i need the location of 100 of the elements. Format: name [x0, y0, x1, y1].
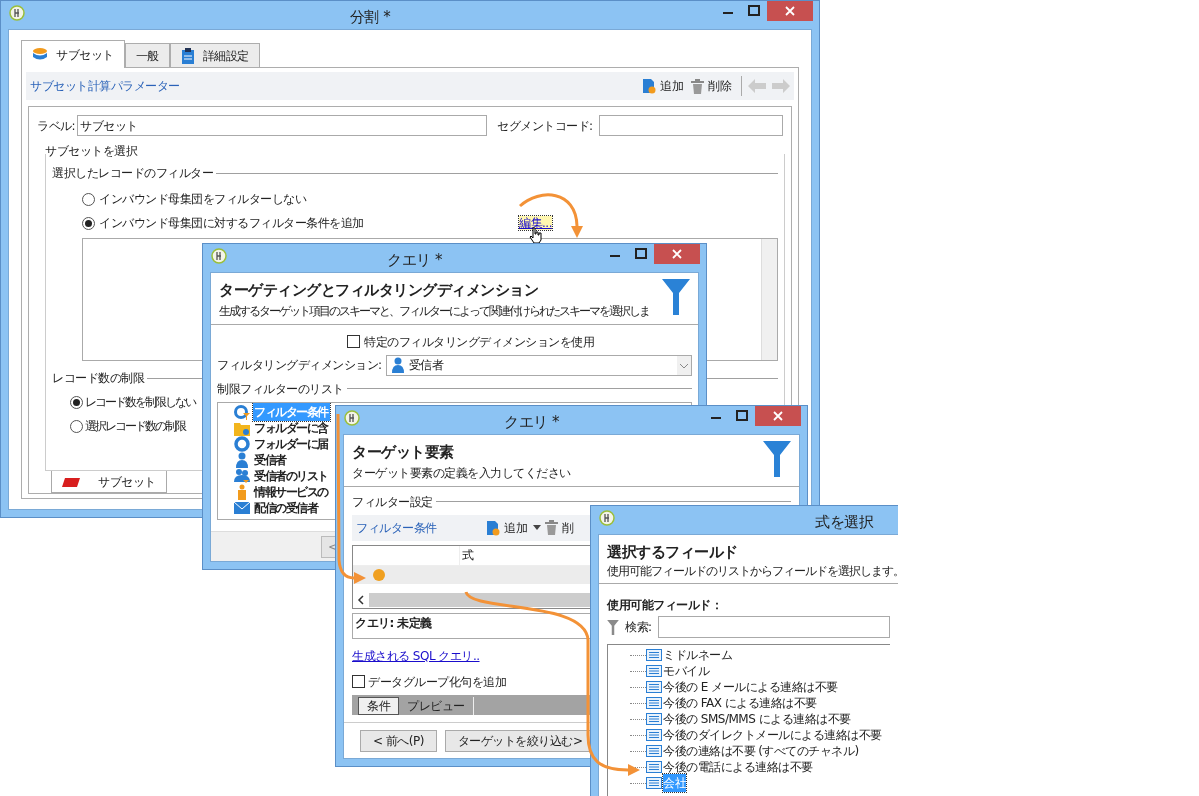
field-icon	[646, 665, 662, 677]
dimension-select[interactable]: 受信者	[385, 354, 692, 376]
tab[interactable]: 条件	[358, 696, 399, 715]
delete-button[interactable]: 削除	[687, 77, 735, 95]
arrow	[519, 193, 583, 238]
filter-list-item[interactable]: 受信者	[253, 450, 288, 469]
radio-label: 選択レコード数の制限	[85, 418, 187, 435]
search-label: 検索:	[625, 619, 652, 636]
window-title: クエリ *	[504, 412, 559, 433]
group-title: フィルター設定	[352, 493, 433, 511]
dialog-subheading: 使用可能フィールドのリストからフィールドを選択します。	[607, 563, 905, 579]
field-item[interactable]: モバイル	[663, 662, 709, 680]
app-icon	[211, 248, 227, 264]
radio-button[interactable]	[82, 192, 95, 206]
window-title: クエリ *	[387, 250, 442, 271]
group-title: 選択したレコードのフィルター	[52, 165, 213, 182]
trash-icon	[545, 520, 558, 535]
field-icon	[646, 777, 662, 789]
delete-button[interactable]: 削	[545, 518, 574, 537]
person-icon	[236, 483, 248, 500]
clipboard-icon	[180, 47, 195, 64]
people-icon	[234, 467, 250, 484]
add-button[interactable]: 追加	[486, 518, 527, 537]
funnel-icon	[662, 279, 690, 315]
dialog-subheading: 生成するターゲット項目のスキーマと、フィルターによって関連付けられたスキーマを選択しま	[219, 302, 650, 320]
field-icon	[646, 681, 662, 693]
status-dot-icon	[373, 568, 385, 581]
tab[interactable]: サブセット	[51, 471, 167, 493]
field-icon	[646, 729, 662, 741]
wizard-button[interactable]: < 前へ(P)	[360, 729, 437, 752]
edit-link[interactable]: 編集...	[519, 216, 552, 230]
close-button[interactable]	[755, 406, 801, 426]
dialog-heading: ターゲティングとフィルタリングディメンション	[219, 280, 539, 301]
radio-button[interactable]	[70, 419, 83, 433]
field-label: フィルタリングディメンション:	[217, 357, 382, 374]
close-icon	[672, 249, 682, 259]
field-icon	[646, 713, 662, 725]
tab[interactable]: 一般	[124, 43, 170, 67]
group-title: 制限フィルターのリスト	[217, 380, 344, 398]
add-icon	[642, 78, 656, 94]
group-title: レコード数の制限	[52, 370, 144, 387]
segment-code-field[interactable]	[598, 115, 783, 136]
field-item[interactable]: 今後の FAX による連絡は不要	[663, 694, 817, 712]
close-icon	[773, 411, 783, 421]
toolbar-title: フィルター条件	[356, 519, 438, 537]
checkbox[interactable]	[347, 335, 360, 348]
field-item[interactable]: 今後の連絡は不要 (すべてのチャネル)	[663, 742, 859, 760]
query-status: クエリ: 未定義	[355, 615, 432, 630]
field-icon	[646, 649, 662, 661]
filter-list-item[interactable]: フォルダーに届	[253, 434, 330, 453]
filter-list-item[interactable]: 情報サービスの	[253, 482, 330, 501]
window-title: 式を選択	[815, 512, 873, 533]
field-icon	[646, 697, 662, 709]
dialog-subheading: ターゲット要素の定義を入力してください	[352, 464, 572, 482]
field-item[interactable]: 今後の E メールによる連絡は不要	[663, 678, 838, 696]
app-icon	[344, 410, 360, 426]
dialog-heading: ターゲット要素	[352, 442, 455, 463]
add-button[interactable]: 追加	[638, 77, 687, 95]
tab[interactable]: 詳細設定	[169, 43, 260, 67]
person-icon	[235, 451, 249, 468]
window-title: 分割 *	[349, 7, 391, 28]
sql-link[interactable]: 生成される SQL クエリ..	[352, 648, 480, 663]
filter-list-item[interactable]: フォルダーに含	[253, 418, 330, 437]
field-label: セグメントコード:	[497, 117, 593, 135]
label-field[interactable]: サブセット	[77, 115, 488, 136]
trash-icon	[691, 78, 704, 94]
radio-label: インバウンド母集団をフィルターしない	[99, 191, 308, 208]
mail-icon	[234, 501, 250, 514]
toolbar-title: サブセット計算パラメーター	[30, 78, 181, 95]
radio-button[interactable]	[82, 216, 95, 230]
app-icon	[599, 510, 615, 526]
filter-icon	[607, 619, 619, 635]
checkbox-label: 特定のフィルタリングディメンションを使用	[364, 333, 594, 351]
checkbox-label: データグループ化句を追加	[368, 673, 506, 691]
field-item[interactable]: ミドルネーム	[663, 646, 732, 664]
shape-icon	[62, 475, 80, 488]
group-title: サブセットを選択	[45, 143, 137, 160]
dialog-heading: 選択するフィールド	[607, 541, 739, 563]
fields-label: 使用可能フィールド：	[607, 597, 723, 614]
close-icon	[785, 6, 795, 16]
close-button[interactable]	[767, 1, 813, 21]
scrollbar[interactable]	[761, 239, 777, 360]
field-icon	[646, 745, 662, 757]
field-icon	[646, 761, 662, 773]
field-item[interactable]: 今後の SMS/MMS による連絡は不要	[663, 710, 851, 728]
app-icon	[9, 5, 25, 21]
filter-list-item[interactable]: 受信者のリスト	[253, 466, 330, 485]
ring-icon	[234, 435, 250, 452]
column-header: 式	[461, 546, 475, 564]
add-icon	[486, 519, 500, 536]
field-item[interactable]: 今後の電話による連絡は不要	[663, 758, 813, 776]
radio-label: インバウンド母集団に対するフィルター条件を追加	[99, 215, 365, 232]
checkbox[interactable]	[352, 675, 365, 688]
search-field[interactable]	[657, 616, 890, 638]
filter-list-item[interactable]: 配信の受信者	[253, 498, 319, 517]
tab[interactable]: サブセット	[21, 40, 125, 68]
field-item[interactable]: 今後のダイレクトメールによる連絡は不要	[663, 726, 882, 744]
field-label: ラベル:	[37, 117, 76, 135]
radio-button[interactable]	[70, 395, 83, 409]
filter-condition-icon	[234, 403, 250, 420]
